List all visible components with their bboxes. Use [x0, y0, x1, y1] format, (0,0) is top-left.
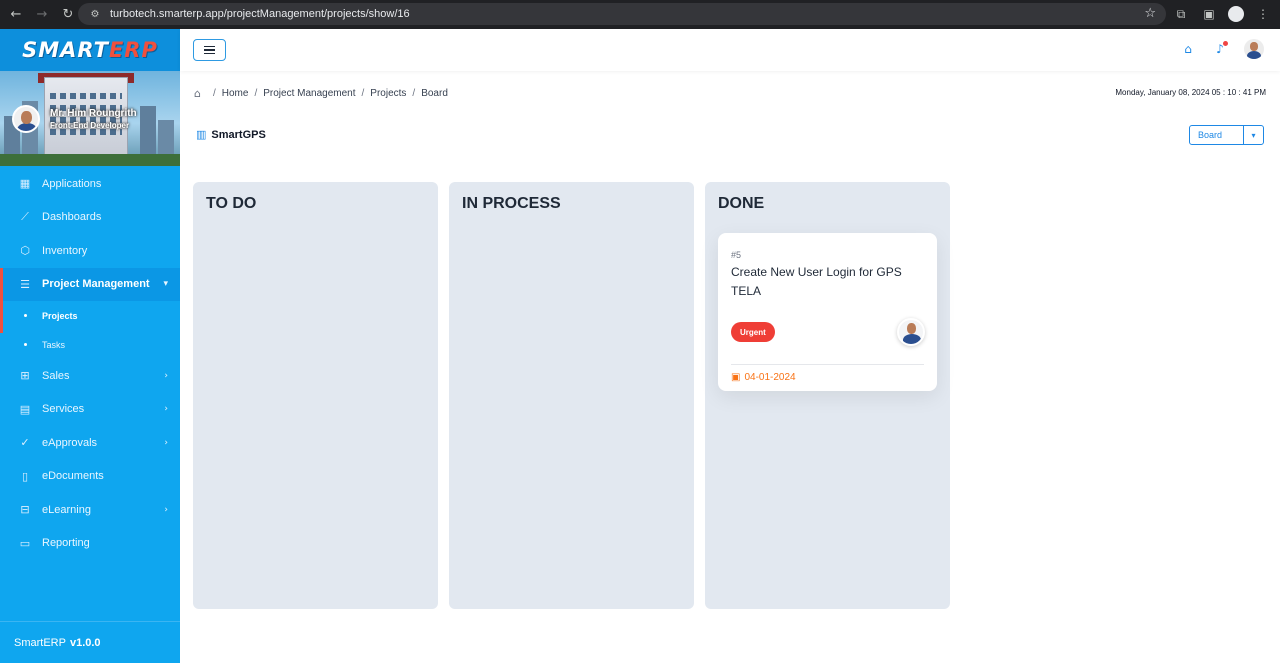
chevron-right-icon: ›	[164, 370, 168, 381]
chevron-down-icon[interactable]: ▾	[1244, 126, 1263, 144]
sidebar-item-applications[interactable]: ▦ Applications	[0, 167, 180, 201]
board-title: ▥ SmartGPS	[196, 128, 266, 141]
chevron-down-icon: ▾	[163, 279, 168, 290]
sidebar-item-eapprovals[interactable]: ✓ eApprovals ›	[0, 426, 180, 460]
breadcrumb-board: Board	[421, 88, 448, 99]
sidebar-item-edocuments[interactable]: ▯ eDocuments	[0, 460, 180, 494]
sidebar-item-reporting[interactable]: ▭ Reporting	[0, 527, 180, 561]
view-select[interactable]: Board ▾	[1189, 125, 1264, 145]
learning-icon: ⊟	[20, 503, 30, 517]
sidebar-item-services[interactable]: ▤ Services ›	[0, 393, 180, 427]
app-logo[interactable]: SMARTERP	[22, 38, 158, 62]
reload-icon[interactable]: ↻	[58, 5, 78, 25]
bell-icon[interactable]: ♪	[1212, 41, 1228, 57]
chevron-right-icon: ›	[164, 437, 168, 448]
breadcrumb-project-management[interactable]: Project Management	[263, 88, 355, 99]
task-due-date: ▣ 04-01-2024	[731, 372, 796, 383]
column-todo: TO DO	[193, 182, 438, 609]
sidebar-item-inventory[interactable]: ⬡ Inventory	[0, 234, 180, 268]
home-icon[interactable]: ⌂	[194, 87, 201, 100]
more-menu-icon[interactable]: ⋮	[1254, 5, 1272, 23]
view-select-value[interactable]: Board	[1190, 126, 1244, 144]
sidebar-menu: ▦ Applications ⟋ Dashboards ⬡ Inventory …	[0, 167, 180, 560]
chevron-right-icon: ›	[164, 404, 168, 415]
column-in-process: IN PROCESS	[449, 182, 694, 609]
breadcrumb: ⌂ / Home / Project Management / Projects…	[194, 87, 448, 100]
forward-icon[interactable]: →	[32, 5, 52, 25]
column-title: TO DO	[206, 195, 257, 212]
topbar: ⌂ ♪	[180, 29, 1280, 71]
notification-dot	[1223, 41, 1228, 46]
breadcrumb-projects[interactable]: Projects	[370, 88, 406, 99]
check-circle-icon: ✓	[20, 436, 30, 450]
task-card[interactable]: #5 Create New User Login for GPS TELA Ur…	[718, 233, 937, 391]
user-name: Mr. Him Roungrith	[50, 108, 137, 119]
chart-line-icon: ⟋	[21, 210, 29, 224]
user-avatar[interactable]	[12, 105, 40, 133]
store-icon[interactable]: ⌂	[1180, 41, 1196, 57]
sidebar-item-project-management[interactable]: ☰ Project Management ▾	[0, 267, 180, 301]
extensions-icon[interactable]: ⧉	[1172, 5, 1190, 23]
task-id: #5	[731, 250, 742, 260]
divider	[731, 364, 924, 365]
sidebar-item-sales[interactable]: ⊞ Sales ›	[0, 359, 180, 393]
menu-toggle-button[interactable]	[193, 39, 226, 61]
user-role: Front-End Developer	[50, 121, 130, 130]
logo-bar: SMARTERP	[0, 29, 180, 71]
assignee-avatar[interactable]	[897, 318, 925, 346]
document-icon: ▯	[21, 469, 29, 483]
browser-toolbar: ← → ↻ ⚙ turbotech.smarterp.app/projectMa…	[0, 0, 1280, 29]
calendar-icon: ▣	[731, 372, 741, 383]
board-columns-icon: ▥	[196, 128, 207, 141]
sales-icon: ⊞	[20, 369, 30, 383]
box-icon: ⬡	[20, 244, 30, 258]
sidebar-item-dashboards[interactable]: ⟋ Dashboards	[0, 201, 180, 235]
sidebar: SMARTERP Mr. Him Roungrith Front-End Dev…	[0, 29, 180, 663]
back-icon[interactable]: ←	[6, 5, 26, 25]
breadcrumb-home[interactable]: Home	[222, 88, 249, 99]
side-panel-icon[interactable]: ▣	[1200, 5, 1218, 23]
profile-banner: Mr. Him Roungrith Front-End Developer	[0, 71, 180, 166]
priority-badge: Urgent	[731, 322, 775, 342]
column-title: IN PROCESS	[462, 195, 561, 212]
sidebar-subitem-projects[interactable]: Projects	[0, 301, 180, 330]
services-icon: ▤	[19, 402, 31, 416]
task-title: Create New User Login for GPS TELA	[731, 265, 902, 298]
report-icon: ▭	[19, 536, 31, 550]
chevron-right-icon: ›	[164, 504, 168, 515]
sidebar-subitem-tasks[interactable]: Tasks	[0, 330, 180, 359]
user-menu-avatar[interactable]	[1244, 39, 1264, 59]
profile-icon[interactable]	[1228, 6, 1244, 22]
column-title: DONE	[718, 195, 765, 212]
app-version: SmartERP v1.0.0	[0, 621, 180, 663]
current-datetime: Monday, January 08, 2024 05 : 10 : 41 PM	[1115, 88, 1266, 97]
tasks-icon: ☰	[20, 277, 30, 291]
sidebar-item-elearning[interactable]: ⊟ eLearning ›	[0, 493, 180, 527]
grid-icon: ▦	[19, 177, 31, 191]
column-done: DONE #5 Create New User Login for GPS TE…	[705, 182, 950, 609]
